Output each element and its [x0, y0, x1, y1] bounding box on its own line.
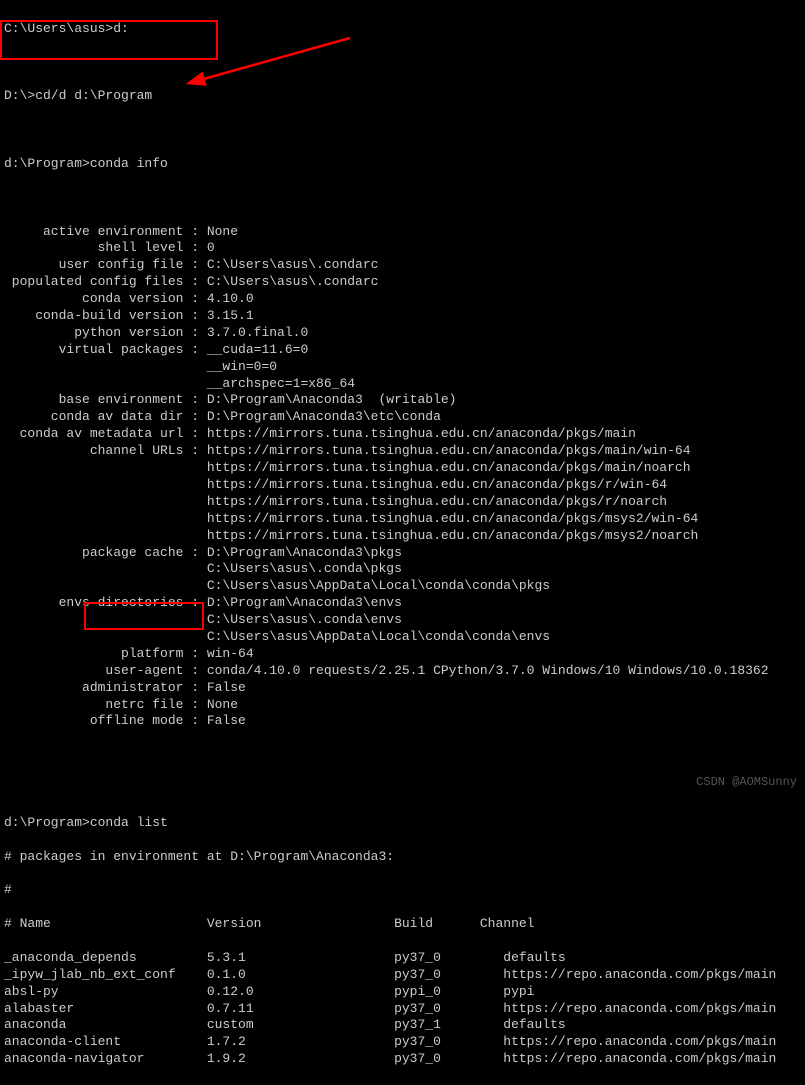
blank [4, 747, 805, 764]
blank [4, 190, 805, 207]
info-row: conda version : 4.10.0 [4, 291, 805, 308]
info-row: python version : 3.7.0.final.0 [4, 325, 805, 342]
info-row: package cache : D:\Program\Anaconda3\pkg… [4, 545, 805, 562]
column-header: # Name Version Build Channel [4, 916, 805, 933]
package-row: _anaconda_depends 5.3.1 py37_0 defaults [4, 950, 805, 967]
info-row: https://mirrors.tuna.tsinghua.edu.cn/ana… [4, 460, 805, 477]
package-row: _ipyw_jlab_nb_ext_conf 0.1.0 py37_0 http… [4, 967, 805, 984]
info-row: C:\Users\asus\AppData\Local\conda\conda\… [4, 578, 805, 595]
info-row: channel URLs : https://mirrors.tuna.tsin… [4, 443, 805, 460]
package-row: anaconda custom py37_1 defaults [4, 1017, 805, 1034]
prompt-line: D:\>cd/d d:\Program [4, 88, 805, 105]
prompt-line: d:\Program>conda info [4, 156, 805, 173]
watermark: CSDN @AOMSunny [696, 775, 797, 791]
info-row: https://mirrors.tuna.tsinghua.edu.cn/ana… [4, 477, 805, 494]
blank [4, 122, 805, 139]
package-row: anaconda-client 1.7.2 py37_0 https://rep… [4, 1034, 805, 1051]
info-row: C:\Users\asus\.conda\envs [4, 612, 805, 629]
info-row: virtual packages : __cuda=11.6=0 [4, 342, 805, 359]
info-row: user config file : C:\Users\asus\.condar… [4, 257, 805, 274]
info-row: C:\Users\asus\AppData\Local\conda\conda\… [4, 629, 805, 646]
info-row: administrator : False [4, 680, 805, 697]
info-row: platform : win-64 [4, 646, 805, 663]
info-row: conda-build version : 3.15.1 [4, 308, 805, 325]
info-row: populated config files : C:\Users\asus\.… [4, 274, 805, 291]
blank [4, 781, 805, 798]
prompt-line: C:\Users\asus>d: [4, 21, 805, 38]
info-row: active environment : None [4, 224, 805, 241]
info-row: __win=0=0 [4, 359, 805, 376]
info-row: https://mirrors.tuna.tsinghua.edu.cn/ana… [4, 511, 805, 528]
info-row: __archspec=1=x86_64 [4, 376, 805, 393]
info-row: https://mirrors.tuna.tsinghua.edu.cn/ana… [4, 494, 805, 511]
list-header: # packages in environment at D:\Program\… [4, 849, 805, 866]
info-row: shell level : 0 [4, 240, 805, 257]
info-row: C:\Users\asus\.conda\pkgs [4, 561, 805, 578]
package-row: absl-py 0.12.0 pypi_0 pypi [4, 984, 805, 1001]
terminal-output[interactable]: C:\Users\asus>d: D:\>cd/d d:\Program d:\… [0, 0, 805, 1085]
info-row: offline mode : False [4, 713, 805, 730]
info-row: envs directories : D:\Program\Anaconda3\… [4, 595, 805, 612]
blank [4, 55, 805, 72]
list-header: # [4, 882, 805, 899]
package-row: anaconda-navigator 1.9.2 py37_0 https://… [4, 1051, 805, 1068]
prompt-line: d:\Program>conda list [4, 815, 805, 832]
package-row: alabaster 0.7.11 py37_0 https://repo.ana… [4, 1001, 805, 1018]
info-row: conda av metadata url : https://mirrors.… [4, 426, 805, 443]
info-row: user-agent : conda/4.10.0 requests/2.25.… [4, 663, 805, 680]
info-row: conda av data dir : D:\Program\Anaconda3… [4, 409, 805, 426]
info-row: base environment : D:\Program\Anaconda3 … [4, 392, 805, 409]
info-row: https://mirrors.tuna.tsinghua.edu.cn/ana… [4, 528, 805, 545]
info-row: netrc file : None [4, 697, 805, 714]
